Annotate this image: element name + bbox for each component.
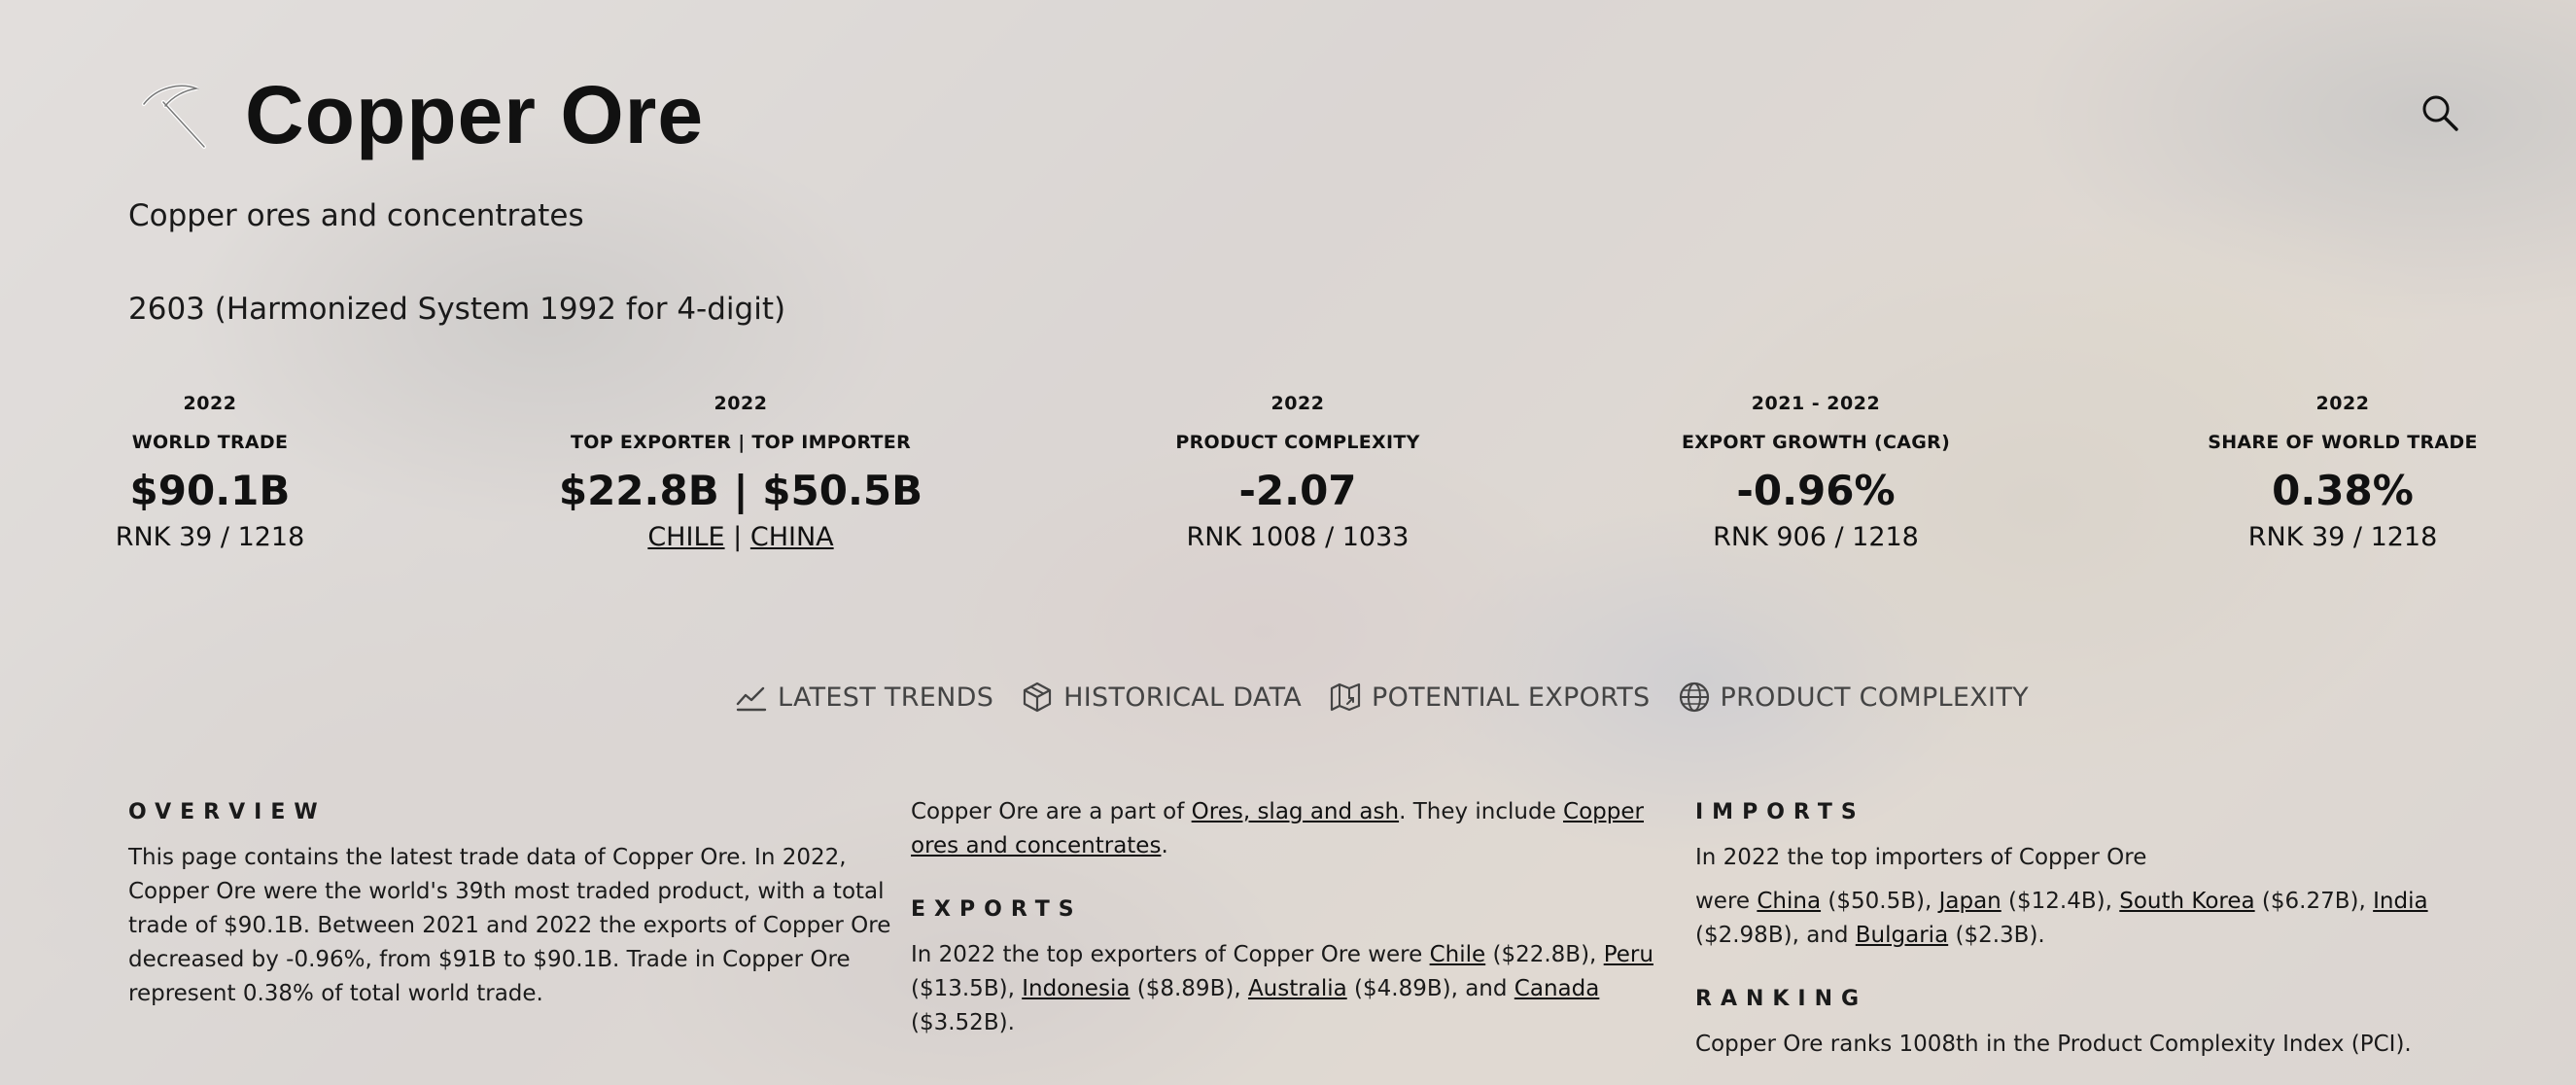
tab-potential-exports[interactable]: POTENTIAL EXPORTS: [1329, 681, 1650, 714]
imports-text: were China ($50.5B), Japan ($12.4B), Sou…: [1695, 885, 2463, 953]
stat-value: 0.38%: [2272, 467, 2414, 514]
stat-label: TOP EXPORTER | TOP IMPORTER: [570, 432, 912, 453]
text-fragment: In 2022 the top exporters of Copper Ore …: [911, 942, 1430, 967]
tab-label: LATEST TRENDS: [778, 682, 994, 713]
text-fragment: ($2.3B).: [1948, 923, 2045, 948]
stat-year: 2021 - 2022: [1751, 393, 1881, 414]
stat-value: -0.96%: [1736, 467, 1896, 514]
stat-rank: RNK 39 / 1218: [2247, 522, 2438, 552]
cube-icon: [1024, 682, 1052, 713]
stat-top-exporter-importer: 2022 TOP EXPORTER | TOP IMPORTER $22.8B …: [559, 393, 922, 552]
exporter-link-canada[interactable]: Canada: [1514, 976, 1600, 1001]
exports-heading: EXPORTS: [911, 897, 1083, 922]
overview-heading: OVERVIEW: [128, 800, 327, 824]
imports-intro: In 2022 the top importers of Copper Ore: [1695, 845, 2147, 870]
ranking-text: Copper Ore ranks 1008th in the Product C…: [1695, 1032, 2412, 1057]
page-title: Copper Ore: [245, 69, 705, 160]
stat-label: EXPORT GROWTH (CAGR): [1681, 432, 1951, 453]
top-importer-link[interactable]: CHINA: [750, 522, 834, 552]
stat-year: 2022: [714, 393, 768, 414]
stat-value: -2.07: [1238, 467, 1357, 514]
pickaxe-icon: [142, 83, 206, 149]
stat-year: 2022: [183, 393, 237, 414]
map-icon: [1330, 682, 1361, 712]
stat-share-world-trade: 2022 SHARE OF WORLD TRADE 0.38% RNK 39 /…: [2208, 393, 2478, 552]
ranking-heading: RANKING: [1695, 987, 1868, 1011]
exporter-link-australia[interactable]: Australia: [1248, 976, 1347, 1001]
stat-label: WORLD TRADE: [131, 432, 289, 453]
text-fragment: ($12.4B),: [2001, 889, 2120, 914]
stat-label: PRODUCT COMPLEXITY: [1175, 432, 1420, 453]
part-of-text: Copper Ore are a part of Ores, slag and …: [911, 795, 1679, 863]
text-fragment: ($22.8B),: [1485, 942, 1604, 967]
overview-text: This page contains the latest trade data…: [128, 845, 891, 1006]
stat-export-growth: 2021 - 2022 EXPORT GROWTH (CAGR) -0.96% …: [1682, 393, 1950, 552]
tab-historical-data[interactable]: HISTORICAL DATA: [1021, 681, 1302, 714]
tab-latest-trends[interactable]: LATEST TRENDS: [735, 681, 993, 714]
importer-link-bulgaria[interactable]: Bulgaria: [1856, 923, 1948, 948]
importer-link-japan[interactable]: Japan: [1939, 889, 2002, 914]
tab-label: HISTORICAL DATA: [1063, 682, 1303, 713]
importer-link-china[interactable]: China: [1757, 889, 1821, 914]
search-icon[interactable]: [2419, 91, 2461, 134]
exporter-link-chile[interactable]: Chile: [1430, 942, 1486, 967]
imports-heading: IMPORTS: [1695, 800, 1865, 824]
tab-label: POTENTIAL EXPORTS: [1372, 682, 1651, 713]
exporter-link-peru[interactable]: Peru: [1604, 942, 1654, 967]
stat-year: 2022: [2315, 393, 2370, 414]
text-fragment: ($6.27B),: [2254, 889, 2374, 914]
stat-year: 2022: [1271, 393, 1325, 414]
overview-section: OVERVIEW This page contains the latest t…: [128, 795, 892, 1021]
globe-icon: [1679, 682, 1709, 713]
imports-section: IMPORTS In 2022 the top importers of Cop…: [1695, 795, 2463, 1071]
text-fragment: . They include: [1399, 799, 1564, 824]
trend-icon: [736, 686, 767, 712]
product-page: Copper Ore Copper ores and concentrates …: [0, 0, 2576, 1085]
stat-rank: RNK 39 / 1218: [115, 522, 305, 552]
stat-value: $90.1B: [129, 467, 291, 514]
exporter-link-indonesia[interactable]: Indonesia: [1022, 976, 1130, 1001]
stat-rank: RNK 906 / 1218: [1713, 522, 1919, 552]
stat-rank: RNK 1008 / 1033: [1186, 522, 1410, 552]
exports-text: In 2022 the top exporters of Copper Ore …: [911, 938, 1679, 1040]
top-exporter-link[interactable]: CHILE: [647, 522, 724, 552]
ores-slag-ash-link[interactable]: Ores, slag and ash: [1192, 799, 1399, 824]
stat-countries: CHILE | CHINA: [559, 522, 922, 552]
text-fragment: ($8.89B),: [1130, 976, 1248, 1001]
stat-label: SHARE OF WORLD TRADE: [2208, 432, 2478, 453]
product-header: Copper Ore: [136, 68, 704, 162]
exports-section: Copper Ore are a part of Ores, slag and …: [911, 795, 1679, 1050]
text-fragment: Copper Ore are a part of: [911, 799, 1192, 824]
stat-product-complexity: 2022 PRODUCT COMPLEXITY -2.07 RNK 1008 /…: [1175, 393, 1419, 552]
stat-world-trade: 2022 WORLD TRADE $90.1B RNK 39 / 1218: [116, 393, 305, 552]
stat-value: $22.8B | $50.5B: [558, 467, 923, 514]
text-fragment: .: [1161, 833, 1168, 858]
tab-product-complexity[interactable]: PRODUCT COMPLEXITY: [1678, 681, 2029, 714]
text-fragment: ($50.5B),: [1821, 889, 1939, 914]
importer-link-south-korea[interactable]: South Korea: [2119, 889, 2254, 914]
tab-label: PRODUCT COMPLEXITY: [1720, 682, 2029, 713]
text-fragment: ($2.98B), and: [1695, 923, 1856, 948]
product-subtitle: Copper ores and concentrates: [128, 198, 584, 233]
section-tabs: LATEST TRENDS HISTORICAL DATA POTENTIAL …: [735, 681, 2056, 714]
hs-code-label: 2603 (Harmonized System 1992 for 4-digit…: [128, 292, 786, 327]
importer-link-india[interactable]: India: [2373, 889, 2427, 914]
separator: |: [733, 522, 743, 552]
text-fragment: were: [1695, 889, 1758, 914]
text-fragment: ($4.89B), and: [1346, 976, 1514, 1001]
text-fragment: ($3.52B).: [911, 1010, 1015, 1035]
text-fragment: ($13.5B),: [911, 976, 1023, 1001]
